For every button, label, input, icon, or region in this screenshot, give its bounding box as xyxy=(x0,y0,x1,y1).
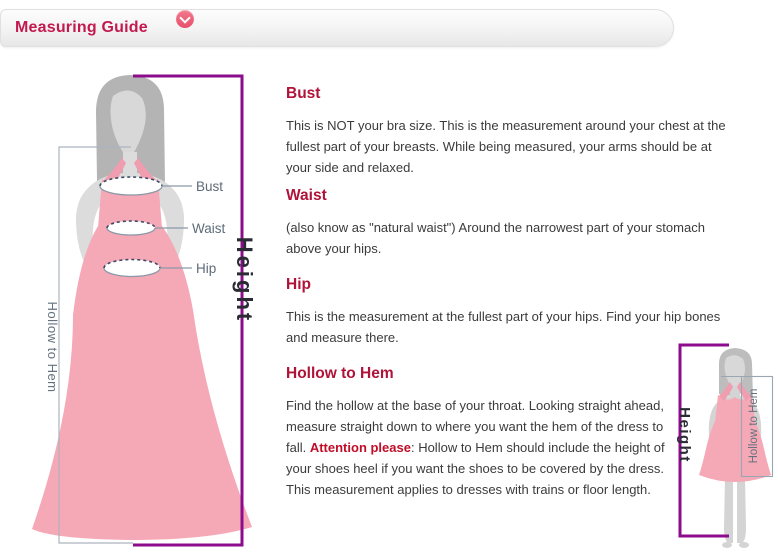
page-title: Measuring Guide xyxy=(15,19,148,37)
attention-please-label: Attention please xyxy=(310,440,411,455)
small-figure-foot-right xyxy=(739,542,749,548)
main-measurement-diagram: Hollow to Hem Bust Waist Hip Height xyxy=(25,60,265,553)
section-bust: Bust This is NOT your bra size. This is … xyxy=(286,85,728,178)
small-hollow-to-hem-label: Hollow to Hem xyxy=(748,389,760,464)
small-measurement-diagram: Hollow to Hem Height xyxy=(655,338,778,553)
chevron-down-icon[interactable] xyxy=(176,10,194,28)
hip-label: Hip xyxy=(196,261,216,276)
small-figure-foot-left xyxy=(722,542,732,548)
section-hollow-to-hem: Hollow to Hem Find the hollow at the bas… xyxy=(286,365,674,500)
waist-label: Waist xyxy=(192,221,225,236)
height-vertical-label: Height xyxy=(232,237,257,323)
section-bust-heading: Bust xyxy=(286,85,728,103)
small-figure-leg-left xyxy=(724,476,733,543)
section-hollow-body: Find the hollow at the base of your thro… xyxy=(286,395,674,500)
hollow-to-hem-vertical-label: Hollow to Hem xyxy=(45,301,60,392)
chevron-glyph xyxy=(179,12,190,23)
small-figure-leg-right xyxy=(737,476,746,543)
small-height-label: Height xyxy=(676,407,693,463)
section-hip-heading: Hip xyxy=(286,276,728,294)
section-bust-body: This is NOT your bra size. This is the m… xyxy=(286,115,728,178)
section-waist: Waist (also know as "natural waist") Aro… xyxy=(286,187,728,259)
section-waist-body: (also know as "natural waist") Around th… xyxy=(286,217,728,259)
measuring-guide-header[interactable]: Measuring Guide xyxy=(0,9,674,47)
measuring-guide-panel: Measuring Guide Hollow to Hem B xyxy=(0,0,778,553)
bust-label: Bust xyxy=(196,179,223,194)
section-hollow-heading: Hollow to Hem xyxy=(286,365,674,383)
section-waist-heading: Waist xyxy=(286,187,728,205)
